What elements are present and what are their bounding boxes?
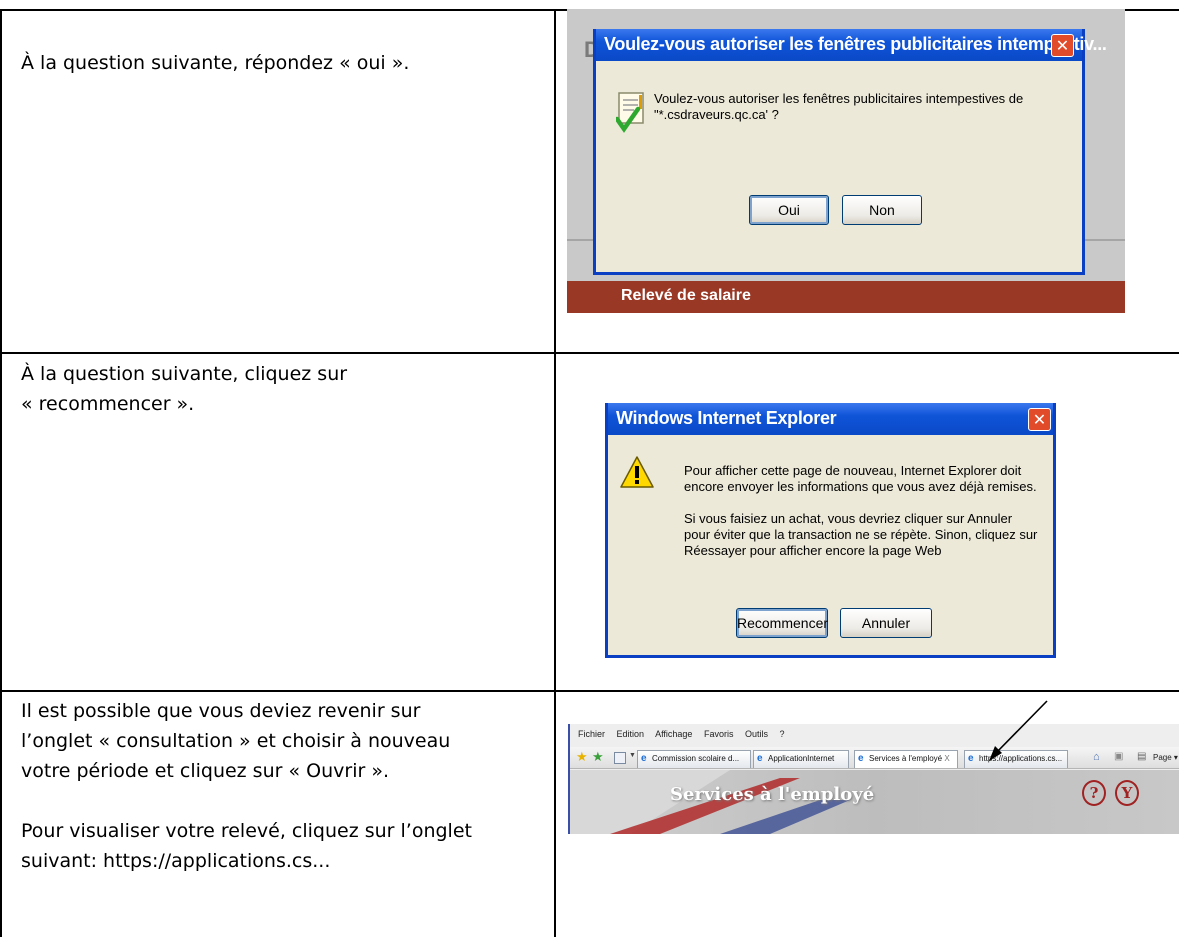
warning-icon: [619, 455, 655, 494]
instruction-line: Pour visualiser votre relevé, cliquez su…: [21, 820, 472, 842]
menu-edition[interactable]: Edition: [617, 729, 645, 739]
favorites-star-icon[interactable]: ★: [576, 749, 588, 765]
close-icon[interactable]: ✕: [1051, 34, 1074, 57]
tab-label: ApplicationInternet: [768, 754, 835, 763]
arrow-pointer-icon: [989, 700, 1048, 761]
message-line: Voulez-vous autoriser les fenêtres publi…: [654, 91, 1024, 106]
add-favorite-icon[interactable]: ★: [592, 749, 604, 765]
banner-title: Services à l'employé: [670, 784, 875, 805]
row1-instruction: À la question suivante, répondez « oui »…: [21, 48, 409, 78]
feeds-icon[interactable]: ▣: [1114, 751, 1123, 762]
oui-button[interactable]: Oui: [749, 195, 829, 225]
popup-permission-screenshot: DAI Relevé de salaire Voulez-vous autori…: [567, 9, 1125, 313]
row-divider-2: [0, 690, 1179, 692]
help-glyph: ?: [1089, 784, 1099, 802]
tab-applicationinternet[interactable]: e ApplicationInternet: [753, 750, 849, 768]
browser-menu-bar: Fichier Edition Affichage Favoris Outils…: [578, 729, 794, 739]
dialog-titlebar: Windows Internet Explorer: [608, 403, 1053, 435]
menu-help[interactable]: ?: [780, 729, 785, 739]
message-line: encore envoyer les informations que vous…: [684, 479, 1037, 494]
message-line: pour éviter que la transaction ne se rép…: [684, 527, 1038, 542]
message-line: Si vous faisiez un achat, vous devriez c…: [684, 511, 1013, 526]
instruction-line: À la question suivante, cliquez sur: [21, 363, 348, 385]
instruction-line: « recommencer ».: [21, 393, 195, 415]
dialog-title: Windows Internet Explorer: [616, 408, 837, 428]
dialog-message: Pour afficher cette page de nouveau, Int…: [684, 463, 1037, 559]
quick-tabs-icon[interactable]: [614, 752, 626, 764]
resend-dialog: Windows Internet Explorer ✕ Pour affiche…: [605, 403, 1056, 658]
row3-instruction: Il est possible que vous deviez revenir …: [21, 696, 472, 876]
dialog-titlebar: Voulez-vous autoriser les fenêtres publi…: [596, 29, 1107, 61]
recommencer-button[interactable]: Recommencer: [736, 608, 828, 638]
column-divider: [554, 9, 556, 937]
tab-commission[interactable]: e Commission scolaire d...: [637, 750, 751, 768]
message-line: [684, 495, 1037, 511]
table-border-left: [0, 9, 2, 937]
instruction-line: [21, 786, 472, 816]
message-line: Pour afficher cette page de nouveau, Int…: [684, 463, 1022, 478]
row2-instruction: À la question suivante, cliquez sur « re…: [21, 359, 347, 419]
instruction-line: suivant: https://applications.cs...: [21, 850, 331, 872]
browser-tab-bar: ★ ★ ▼ e Commission scolaire d... e Applica…: [570, 747, 1179, 769]
popup-dialog: Voulez-vous autoriser les fenêtres publi…: [593, 29, 1107, 275]
annuler-button[interactable]: Annuler: [840, 608, 932, 638]
browser-screenshot: Fichier Edition Affichage Favoris Outils…: [568, 724, 1179, 834]
message-line: Réessayer pour afficher encore la page W…: [684, 543, 942, 558]
page-menu-label: Page: [1153, 753, 1172, 762]
print-icon[interactable]: ▤: [1137, 751, 1146, 762]
dialog-message: Voulez-vous autoriser les fenêtres publi…: [654, 91, 1023, 123]
logout-icon[interactable]: Y: [1115, 780, 1139, 806]
ie-icon: e: [757, 753, 763, 764]
ie-icon: e: [968, 753, 974, 764]
instruction-line: l’onglet « consultation » et choisir à n…: [21, 730, 451, 752]
instruction-line: Il est possible que vous deviez revenir …: [21, 700, 421, 722]
chevron-down-icon[interactable]: ▼: [629, 752, 636, 759]
tab-label: Commission scolaire d...: [652, 754, 740, 763]
ie-icon: e: [858, 753, 864, 764]
row-divider-1: [0, 352, 1179, 354]
menu-affichage[interactable]: Affichage: [655, 729, 692, 739]
page-menu[interactable]: Page ▾: [1153, 753, 1178, 762]
menu-fichier[interactable]: Fichier: [578, 729, 605, 739]
close-icon[interactable]: ✕: [1028, 408, 1051, 431]
dialog-title: Voulez-vous autoriser les fenêtres publi…: [604, 34, 1107, 54]
bar-title: Relevé de salaire: [621, 287, 751, 304]
tab-services-employe[interactable]: e Services à l'employé X: [854, 750, 958, 768]
logout-glyph: Y: [1121, 784, 1133, 802]
document-check-icon: [614, 91, 648, 138]
menu-favoris[interactable]: Favoris: [704, 729, 734, 739]
tab-label: Services à l'employé: [869, 754, 943, 763]
help-icon[interactable]: ?: [1082, 780, 1106, 806]
close-tab-icon[interactable]: X: [944, 754, 949, 763]
background-header-bar: Relevé de salaire: [567, 281, 1125, 313]
menu-outils[interactable]: Outils: [745, 729, 768, 739]
non-button[interactable]: Non: [842, 195, 922, 225]
home-icon[interactable]: ⌂: [1093, 751, 1100, 763]
ie-icon: e: [641, 753, 647, 764]
message-line: "*.csdraveurs.qc.ca' ?: [654, 107, 779, 122]
page-banner: Services à l'employé ? Y: [570, 770, 1179, 834]
instruction-line: À la question suivante, répondez « oui »…: [21, 52, 410, 74]
instruction-line: votre période et cliquez sur « Ouvrir ».: [21, 760, 389, 782]
